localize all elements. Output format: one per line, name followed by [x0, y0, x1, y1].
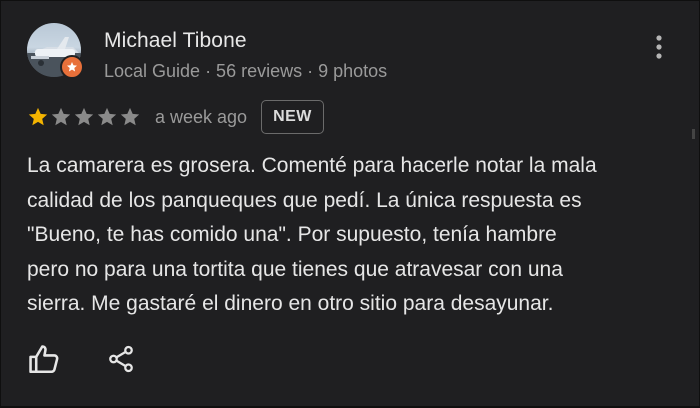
star-icon	[51, 107, 71, 126]
thumbs-up-icon[interactable]	[27, 342, 61, 376]
scroll-indicator	[692, 129, 695, 139]
star-icon	[97, 107, 117, 126]
review-actions	[27, 342, 136, 376]
new-badge: NEW	[261, 100, 324, 134]
review-time: a week ago	[155, 106, 248, 127]
review-card: Michael Tibone Local Guide · 56 reviews …	[1, 1, 699, 406]
author-name[interactable]: Michael Tibone	[104, 29, 247, 53]
local-guide-badge-icon	[60, 55, 84, 79]
review-text: La camarera es grosera. Comenté para hac…	[27, 154, 597, 315]
rating-row: a week ago NEW	[27, 100, 324, 134]
star-icon	[28, 107, 48, 126]
star-rating	[27, 106, 141, 128]
author-meta: Local Guide · 56 reviews · 9 photos	[104, 61, 388, 81]
more-vertical-icon[interactable]	[649, 34, 669, 60]
share-icon[interactable]	[106, 344, 136, 374]
star-icon	[120, 107, 140, 126]
star-icon	[74, 107, 94, 126]
avatar[interactable]	[27, 23, 84, 79]
